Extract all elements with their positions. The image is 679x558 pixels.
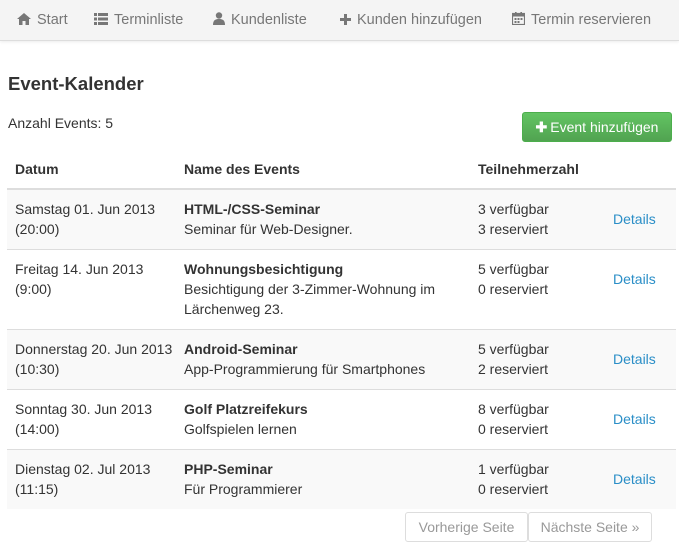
event-description: Seminar für Web-Designer.	[184, 221, 353, 237]
header-teilnehmerzahl: Teilnehmerzahl	[470, 150, 605, 190]
event-date: Dienstag 02. Jul 2013 (11:15)	[7, 449, 176, 509]
user-icon	[213, 12, 225, 25]
page-title: Event-Kalender	[8, 73, 144, 94]
event-name-cell: PHP-Seminar Für Programmierer	[176, 449, 470, 509]
table-row: Freitag 14. Jun 2013 (9:00) Wohnungsbesi…	[7, 249, 676, 330]
details-link[interactable]: Details	[613, 409, 656, 429]
available-count: 3 verfügbar	[478, 201, 549, 217]
home-icon	[17, 13, 31, 25]
event-actions: Details	[605, 449, 676, 509]
available-count: 5 verfügbar	[478, 341, 549, 357]
nav-item-kundenliste[interactable]: Kundenliste	[213, 0, 307, 40]
event-participants: 5 verfügbar 2 reserviert	[470, 329, 605, 390]
nav-item-termin-reservieren[interactable]: Termin reservieren	[512, 0, 651, 40]
nav-item-label: Start	[37, 12, 68, 28]
add-event-button[interactable]: ✚ Event hinzufügen	[522, 112, 672, 142]
event-participants: 1 verfügbar 0 reserviert	[470, 449, 605, 509]
event-participants: 3 verfügbar 3 reserviert	[470, 188, 605, 250]
event-count: Anzahl Events: 5	[8, 115, 114, 131]
add-event-label: Event hinzufügen	[550, 119, 659, 135]
next-page-button[interactable]: Nächste Seite »	[528, 512, 652, 542]
event-actions: Details	[605, 329, 676, 390]
table-row: Sonntag 30. Jun 2013 (14:00) Golf Platzr…	[7, 389, 676, 450]
nav-item-start[interactable]: Start	[17, 0, 68, 40]
table-header-row: Datum Name des Events Teilnehmerzahl	[7, 150, 676, 190]
reserved-count: 3 reserviert	[478, 221, 549, 237]
event-participants: 5 verfügbar 0 reserviert	[470, 249, 605, 330]
event-description: Golfspielen lernen	[184, 421, 297, 437]
available-count: 1 verfügbar	[478, 461, 549, 477]
calendar-icon	[512, 12, 525, 25]
top-navbar: Start Terminliste Kundenliste Kunden hin…	[0, 0, 679, 41]
event-title: Wohnungsbesichtigung	[184, 261, 344, 277]
details-link[interactable]: Details	[613, 349, 656, 369]
reserved-count: 2 reserviert	[478, 361, 549, 377]
event-date: Donnerstag 20. Jun 2013 (10:30)	[7, 329, 176, 390]
event-participants: 8 verfügbar 0 reserviert	[470, 389, 605, 450]
event-title: Android-Seminar	[184, 341, 298, 357]
details-link[interactable]: Details	[613, 209, 656, 229]
event-description: Besichtigung der 3-Zimmer-Wohnung im Lär…	[184, 281, 436, 317]
event-title: PHP-Seminar	[184, 461, 273, 477]
event-actions: Details	[605, 389, 676, 450]
reserved-count: 0 reserviert	[478, 281, 549, 297]
table-row: Donnerstag 20. Jun 2013 (10:30) Android-…	[7, 329, 676, 390]
reserved-count: 0 reserviert	[478, 481, 549, 497]
available-count: 5 verfügbar	[478, 261, 549, 277]
event-date: Sonntag 30. Jun 2013 (14:00)	[7, 389, 176, 450]
event-description: App-Programmierung für Smartphones	[184, 361, 426, 377]
event-title: HTML-/CSS-Seminar	[184, 201, 321, 217]
header-name: Name des Events	[176, 150, 470, 190]
plus-icon	[340, 14, 351, 25]
details-link[interactable]: Details	[613, 269, 656, 289]
events-table: Datum Name des Events Teilnehmerzahl Sam…	[7, 150, 676, 509]
available-count: 8 verfügbar	[478, 401, 549, 417]
reserved-count: 0 reserviert	[478, 421, 549, 437]
list-icon	[94, 13, 108, 25]
previous-page-button[interactable]: Vorherige Seite	[405, 512, 528, 542]
event-actions: Details	[605, 188, 676, 250]
event-name-cell: Golf Platzreifekurs Golfspielen lernen	[176, 389, 470, 450]
table-row: Samstag 01. Jun 2013 (20:00) HTML-/CSS-S…	[7, 188, 676, 250]
nav-item-label: Kundenliste	[231, 12, 307, 28]
plus-icon: ✚	[535, 119, 548, 135]
header-actions	[605, 150, 676, 190]
details-link[interactable]: Details	[613, 469, 656, 489]
event-title: Golf Platzreifekurs	[184, 401, 308, 417]
event-date: Freitag 14. Jun 2013 (9:00)	[7, 249, 176, 330]
event-actions: Details	[605, 249, 676, 330]
event-name-cell: Android-Seminar App-Programmierung für Sm…	[176, 329, 470, 390]
table-row: Dienstag 02. Jul 2013 (11:15) PHP-Semina…	[7, 449, 676, 509]
nav-item-label: Terminliste	[114, 12, 184, 28]
event-name-cell: Wohnungsbesichtigung Besichtigung der 3-Z…	[176, 249, 470, 330]
nav-item-label: Termin reservieren	[531, 12, 652, 28]
nav-item-kunden-hinzufuegen[interactable]: Kunden hinzufügen	[340, 0, 482, 40]
nav-item-label: Kunden hinzufügen	[357, 12, 482, 28]
event-description: Für Programmierer	[184, 481, 303, 497]
event-name-cell: HTML-/CSS-Seminar Seminar für Web-Designe…	[176, 188, 470, 250]
nav-item-terminliste[interactable]: Terminliste	[94, 0, 183, 40]
event-date: Samstag 01. Jun 2013 (20:00)	[7, 188, 176, 250]
header-datum: Datum	[7, 150, 176, 190]
